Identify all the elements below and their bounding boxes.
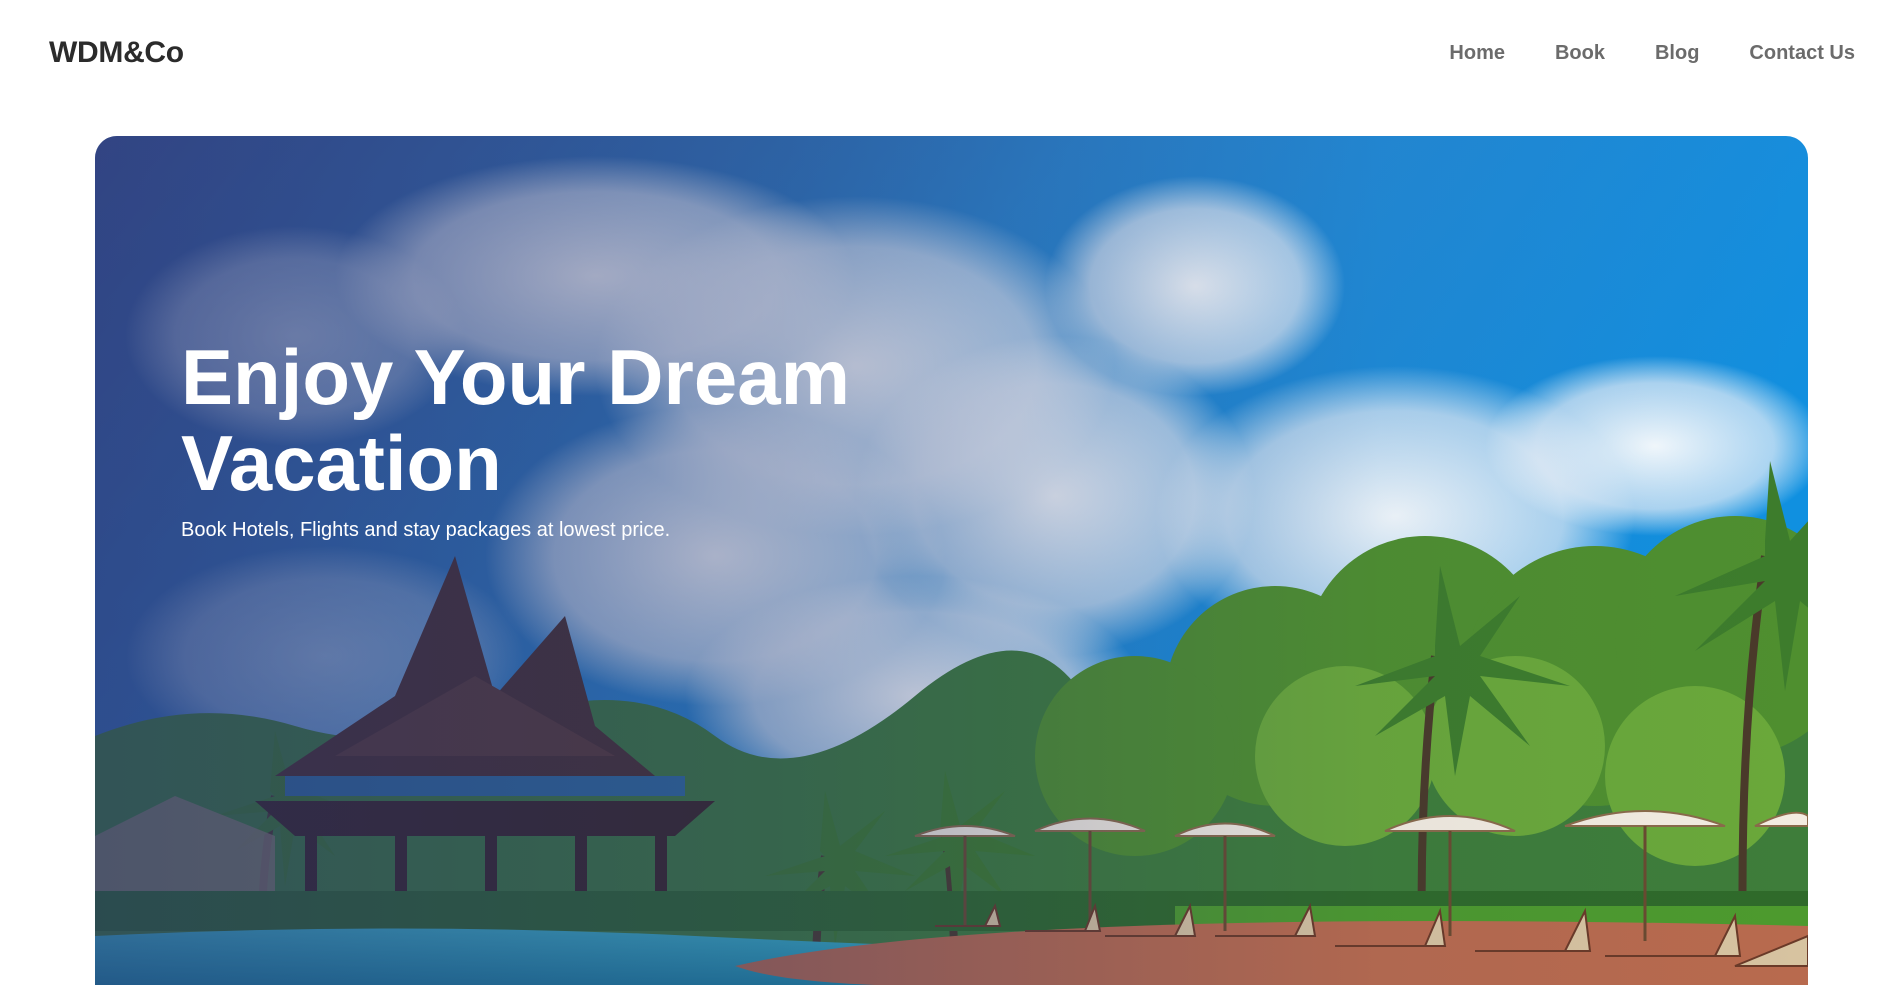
hero-subtitle: Book Hotels, Flights and stay packages a… bbox=[181, 519, 671, 541]
nav-contact-link[interactable]: Contact Us bbox=[1749, 42, 1855, 65]
hero-title: Enjoy Your Dream Vacation bbox=[181, 333, 850, 507]
main-nav: Home Book Blog Contact Us bbox=[1449, 42, 1855, 65]
nav-home-link[interactable]: Home bbox=[1449, 42, 1505, 65]
nav-blog-link[interactable]: Blog bbox=[1655, 42, 1699, 65]
brand-logo[interactable]: WDM&Co bbox=[49, 36, 184, 70]
top-navbar: WDM&Co Home Book Blog Contact Us bbox=[0, 0, 1895, 110]
hero-banner: Enjoy Your Dream Vacation Book Hotels, F… bbox=[95, 136, 1808, 985]
nav-book-link[interactable]: Book bbox=[1555, 42, 1605, 65]
hero-overlay bbox=[95, 136, 1808, 985]
